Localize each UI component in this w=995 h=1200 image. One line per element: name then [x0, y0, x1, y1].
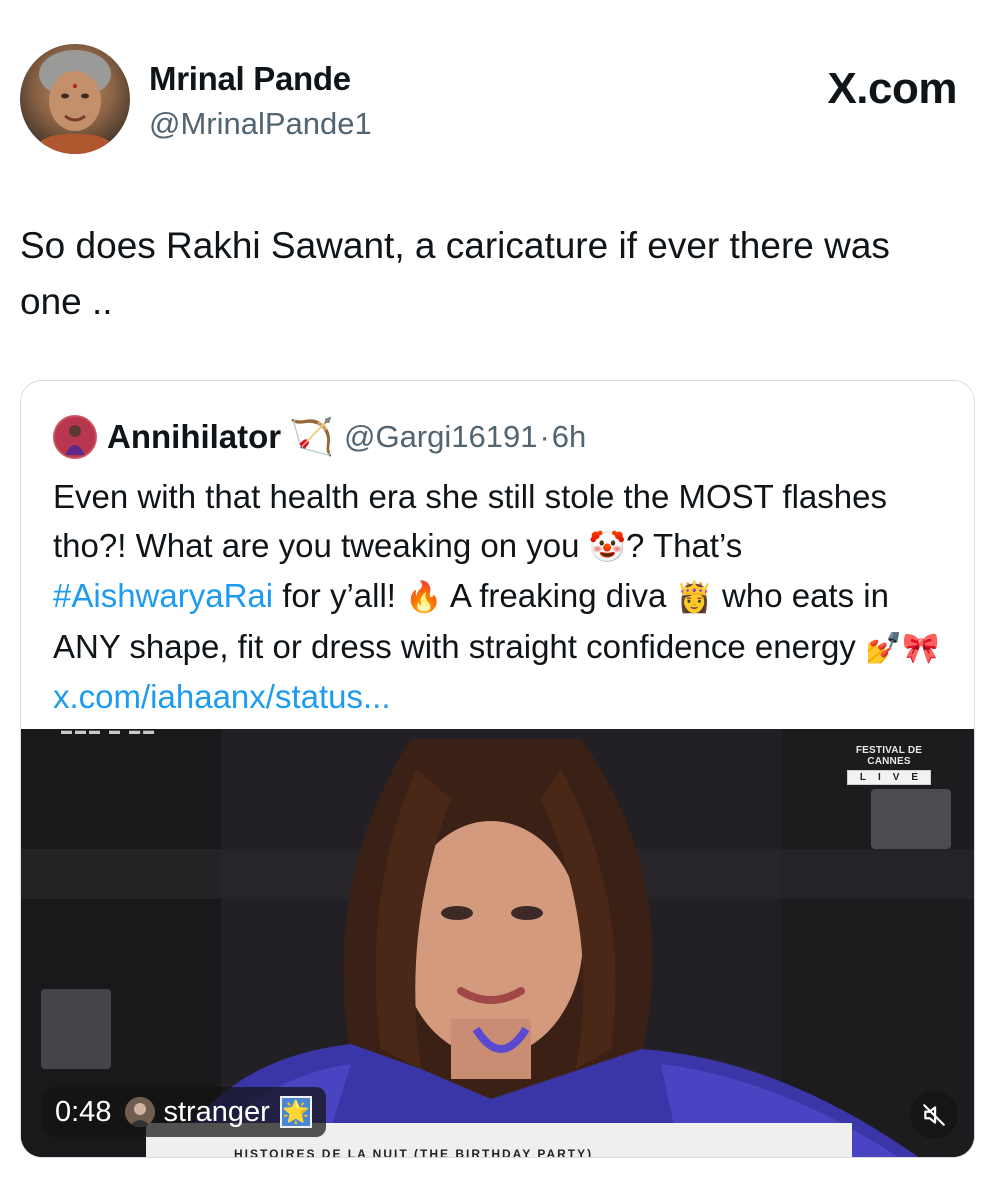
princess-icon: 👸 — [675, 581, 713, 614]
video-duration: 0:48 — [55, 1095, 112, 1128]
uploader-avatar — [125, 1097, 156, 1127]
tweet-header: Mrinal Pande @MrinalPande1 X.com — [20, 44, 975, 156]
quoted-author-handle[interactable]: @Gargi16191 — [344, 419, 537, 455]
glowing-star-icon: 🌟 — [279, 1096, 312, 1128]
author-name[interactable]: Mrinal Pande — [149, 60, 351, 98]
status-link[interactable]: x.com/iahaanx/status... — [53, 678, 391, 715]
hashtag-link[interactable]: #AishwaryaRai — [53, 577, 273, 614]
separator-dot: · — [539, 419, 550, 454]
speaker-muted-icon — [923, 1104, 945, 1126]
live-label: LIVE — [846, 770, 932, 785]
quoted-timestamp[interactable]: 6h — [552, 419, 586, 455]
festival-title: FESTIVAL DE CANNES — [855, 745, 923, 767]
nail-polish-icon: 💅 — [864, 631, 903, 665]
quoted-author-avatar[interactable] — [53, 415, 97, 459]
fire-icon: 🔥 — [405, 581, 443, 614]
quote-text-part: Even with that health era she still stol… — [53, 478, 887, 564]
top-chyron: ▬▬▬ ▬ ▬▬ — [61, 729, 158, 737]
tweet-text: So does Rakhi Sawant, a caricature if ev… — [20, 225, 890, 322]
author-avatar[interactable] — [20, 44, 130, 154]
quoted-author-name[interactable]: Annihilator — [107, 418, 281, 456]
quoted-tweet-card[interactable]: Annihilator 🏹 @Gargi16191 · 6h Even with… — [20, 380, 975, 1158]
quote-text-part: for y’all! — [273, 577, 406, 614]
bow-and-arrow-icon: 🏹 — [289, 416, 334, 457]
quote-text-part: ? That’s — [626, 526, 743, 564]
author-handle[interactable]: @MrinalPande1 — [149, 106, 372, 142]
ribbon-icon: 🎀 — [902, 631, 940, 665]
quoted-tweet-header: Annihilator 🏹 @Gargi16191 · 6h — [53, 415, 586, 459]
uploader-name: stranger — [163, 1095, 270, 1128]
quoted-tweet-text: Even with that health era she still stol… — [53, 473, 953, 722]
clown-face-icon: 🤡 — [588, 530, 627, 564]
video-info-pill: 0:48 stranger 🌟 — [43, 1087, 326, 1137]
video-player[interactable]: ▬▬▬ ▬ ▬▬ FESTIVAL DE CANNES LIVE HISTOIR… — [21, 729, 974, 1158]
mute-button[interactable] — [910, 1091, 958, 1139]
festival-overlay: FESTIVAL DE CANNES LIVE — [839, 745, 939, 785]
quote-text-part: A freaking diva — [442, 577, 676, 614]
x-com-logo: X.com — [827, 64, 957, 113]
video-caption-text: HISTOIRES DE LA NUIT (THE BIRTHDAY PARTY… — [234, 1147, 594, 1158]
